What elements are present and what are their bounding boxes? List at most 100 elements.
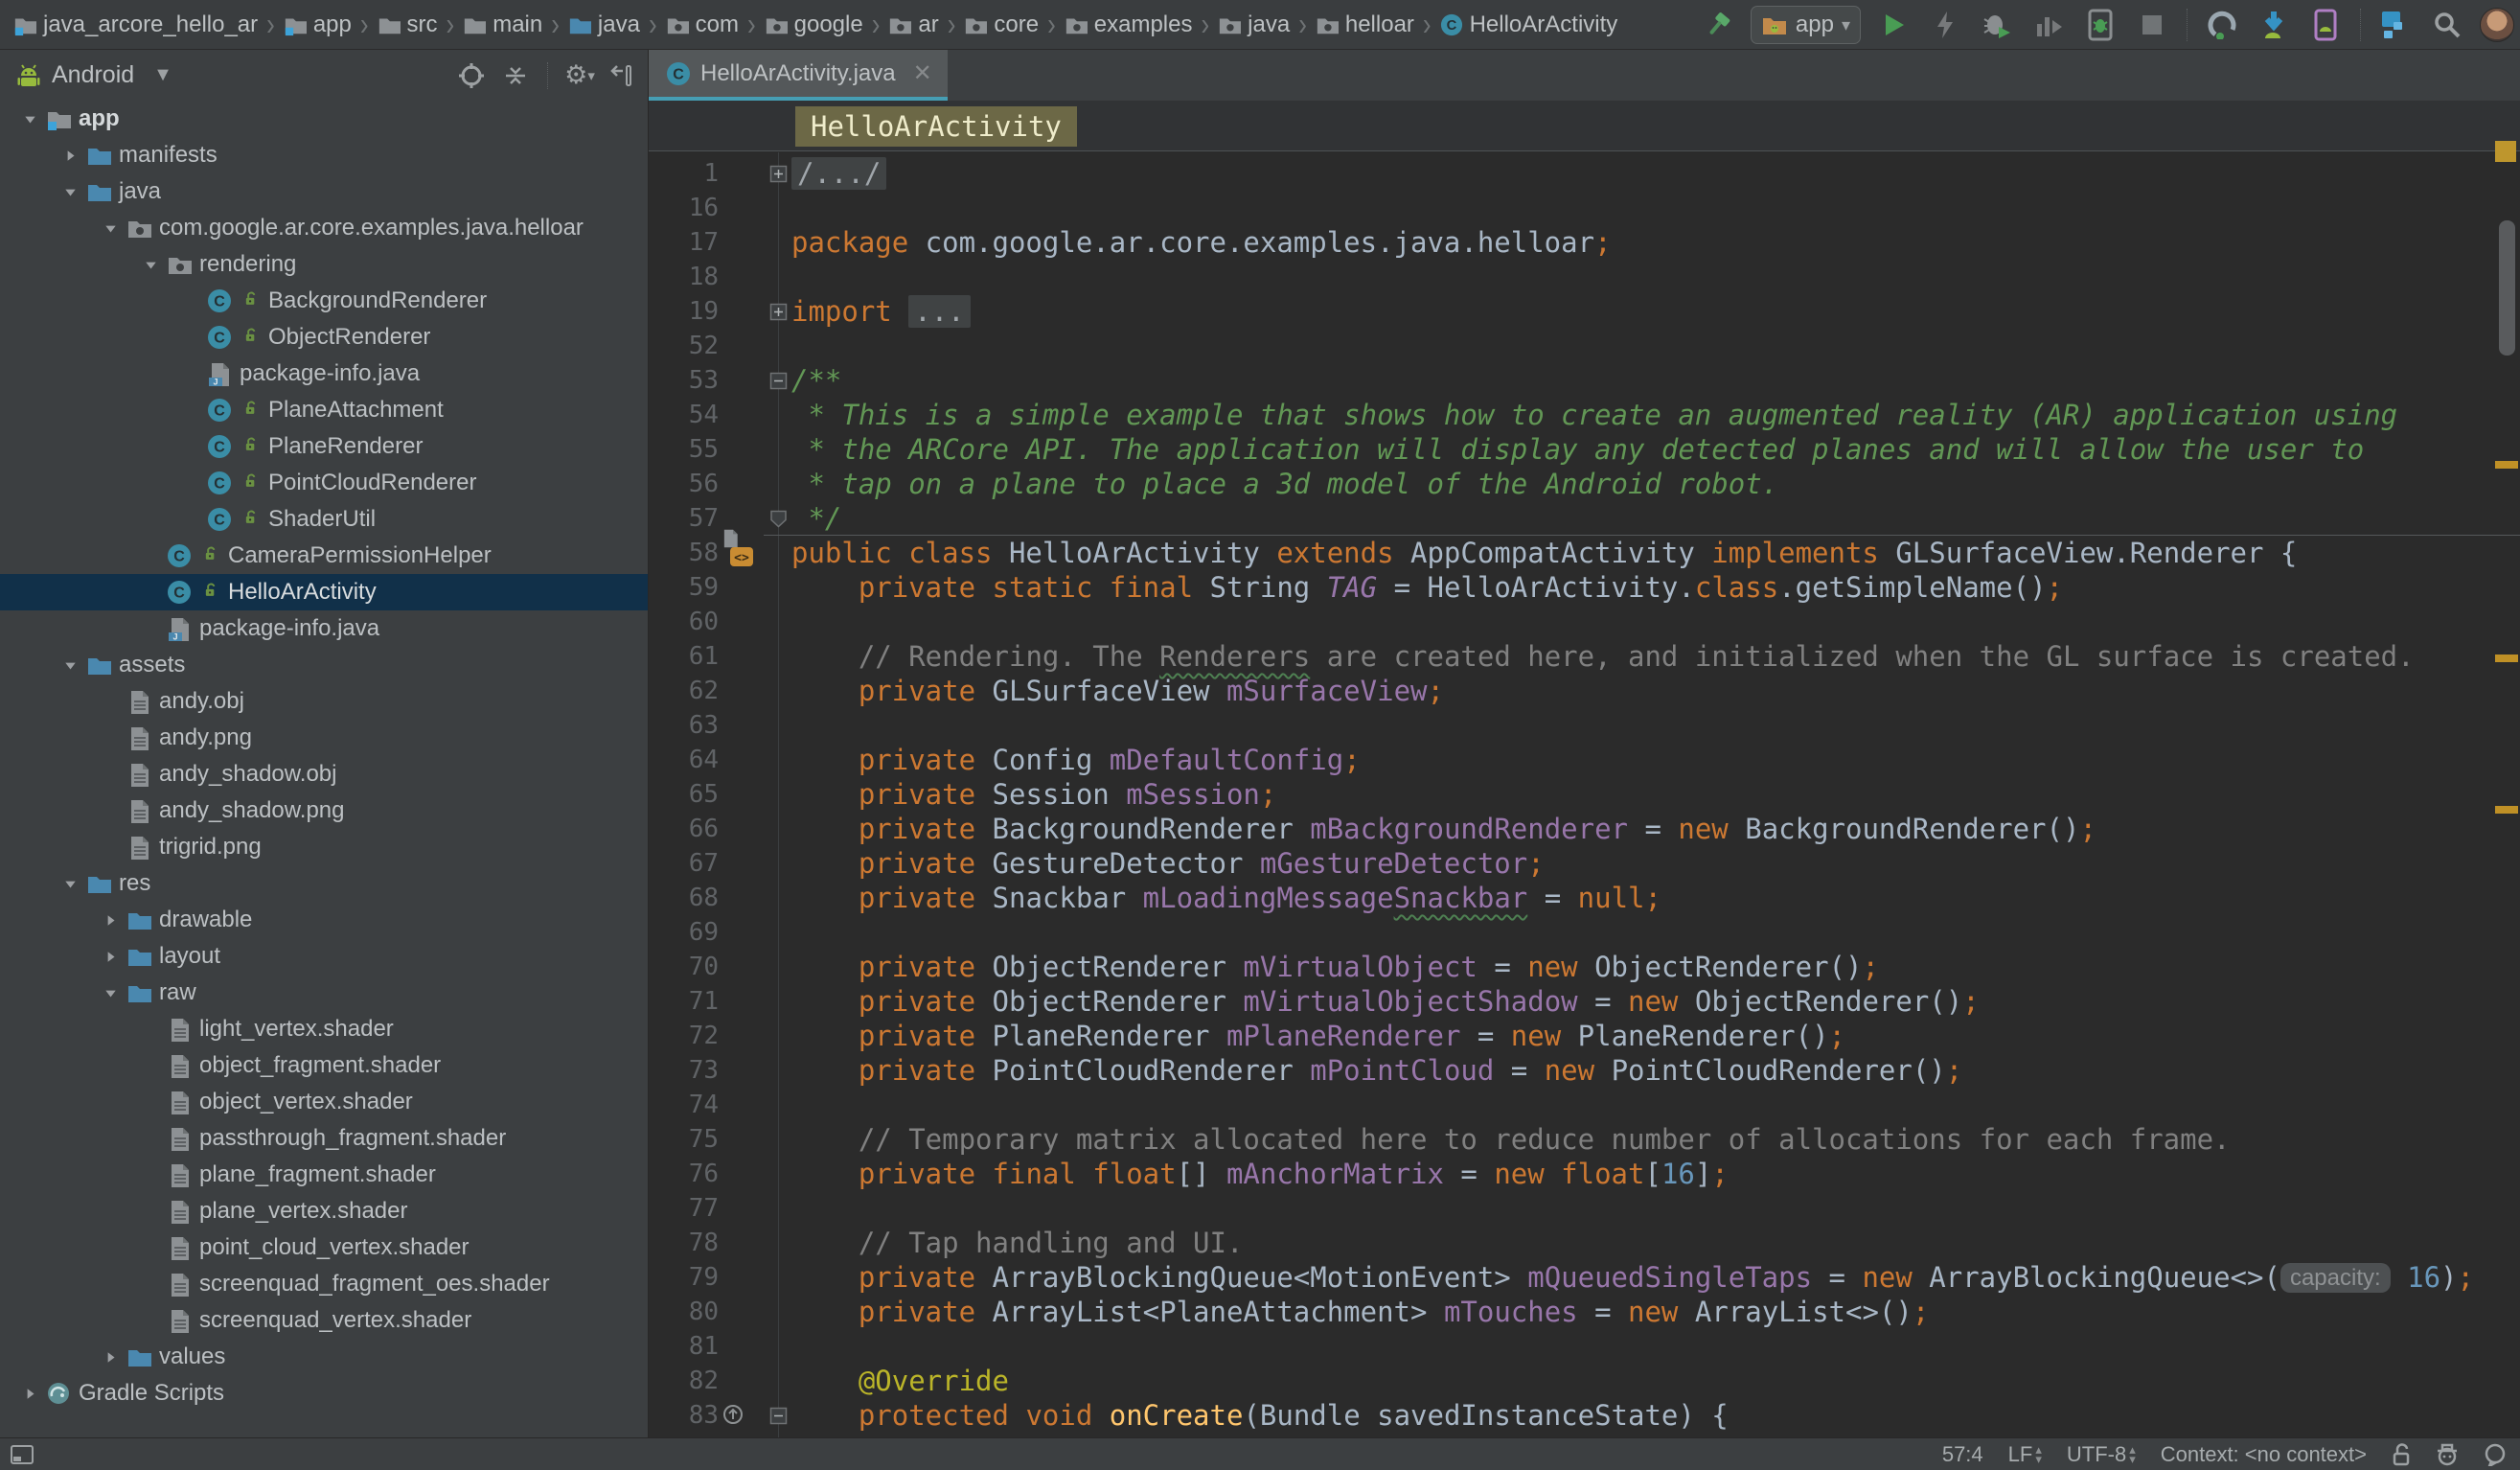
code-text[interactable]: private final float[] mAnchorMatrix = ne… <box>791 1157 2520 1191</box>
breadcrumb-item-ar[interactable]: ar <box>888 11 938 38</box>
code-line-78[interactable]: 78 // Tap handling and UI. <box>649 1226 2520 1260</box>
code-line-82[interactable]: 82 @Override <box>649 1364 2520 1398</box>
tree-item-andy-png[interactable]: andy.png <box>0 720 648 756</box>
code-line-17[interactable]: 17package com.google.ar.core.examples.ja… <box>649 225 2520 260</box>
tree-item-screenquad-fragment-oes-shader[interactable]: screenquad_fragment_oes.shader <box>0 1266 648 1302</box>
fold-marker-icon[interactable] <box>769 165 788 188</box>
code-line-56[interactable]: 56 * tap on a plane to place a 3d model … <box>649 467 2520 501</box>
tool-window-toggle-icon[interactable] <box>10 1444 34 1465</box>
tree-item-passthrough-fragment-shader[interactable]: passthrough_fragment.shader <box>0 1120 648 1157</box>
overriding-method-icon[interactable] <box>722 1404 744 1430</box>
tree-item-screenquad-vertex-shader[interactable]: screenquad_vertex.shader <box>0 1302 648 1339</box>
code-line-67[interactable]: 67 private GestureDetector mGestureDetec… <box>649 846 2520 881</box>
code-line-61[interactable]: 61 // Rendering. The Renderers are creat… <box>649 639 2520 674</box>
tree-item-assets[interactable]: assets <box>0 647 648 683</box>
code-text[interactable] <box>791 605 2520 639</box>
error-stripe[interactable] <box>2493 101 2520 1437</box>
code-text[interactable]: private BackgroundRenderer mBackgroundRe… <box>791 812 2520 846</box>
context-widget[interactable]: Context: <no context> <box>2161 1442 2367 1467</box>
code-line-53[interactable]: 53/** <box>649 363 2520 398</box>
code-editor[interactable]: 1/.../1617package com.google.ar.core.exa… <box>649 152 2520 1437</box>
fold-marker-icon[interactable] <box>769 1407 788 1430</box>
breadcrumb-item-java[interactable]: java <box>568 11 640 38</box>
tree-item-package-info-java[interactable]: Jpackage-info.java <box>0 356 648 392</box>
code-line-59[interactable]: 59 private static final String TAG = Hel… <box>649 570 2520 605</box>
code-line-79[interactable]: 79 private ArrayBlockingQueue<MotionEven… <box>649 1260 2520 1295</box>
tree-item-helloaractivity[interactable]: CHelloArActivity <box>0 574 648 610</box>
search-everywhere-icon[interactable] <box>2428 6 2466 44</box>
code-text[interactable] <box>791 1088 2520 1122</box>
code-text[interactable]: * tap on a plane to place a 3d model of … <box>791 467 2520 501</box>
code-line-65[interactable]: 65 private Session mSession; <box>649 777 2520 812</box>
attach-debugger-icon[interactable] <box>2081 6 2119 44</box>
code-text[interactable]: package com.google.ar.core.examples.java… <box>791 225 2520 260</box>
code-line-1[interactable]: 1/.../ <box>649 156 2520 191</box>
apply-changes-icon[interactable] <box>1926 6 1964 44</box>
code-line-58[interactable]: 58<>public class HelloArActivity extends… <box>649 536 2520 570</box>
breadcrumb-item-examples[interactable]: examples <box>1065 11 1193 38</box>
tree-item-light-vertex-shader[interactable]: light_vertex.shader <box>0 1011 648 1047</box>
breadcrumb-item-java[interactable]: java <box>1218 11 1290 38</box>
tree-item-andy-shadow-png[interactable]: andy_shadow.png <box>0 792 648 829</box>
code-line-60[interactable]: 60 <box>649 605 2520 639</box>
expand-arrow-icon[interactable] <box>96 986 125 1000</box>
settings-gear-icon[interactable]: ⚙▾ <box>565 61 594 90</box>
breadcrumb-item-helloar[interactable]: helloar <box>1316 11 1414 38</box>
code-text[interactable]: private static final String TAG = HelloA… <box>791 570 2520 605</box>
locate-file-icon[interactable] <box>457 61 486 90</box>
fold-marker-icon[interactable] <box>769 510 788 533</box>
code-text[interactable]: private ArrayList<PlaneAttachment> mTouc… <box>791 1295 2520 1329</box>
expand-arrow-icon[interactable] <box>15 1387 44 1401</box>
profiler-button[interactable] <box>2029 6 2068 44</box>
expand-arrow-icon[interactable] <box>56 877 84 891</box>
tree-item-raw[interactable]: raw <box>0 975 648 1011</box>
code-text[interactable] <box>791 1191 2520 1226</box>
code-text[interactable]: private PointCloudRenderer mPointCloud =… <box>791 1053 2520 1088</box>
code-line-19[interactable]: 19import ... <box>649 294 2520 329</box>
caret-position[interactable]: 57:4 <box>1942 1442 1983 1467</box>
code-line-80[interactable]: 80 private ArrayList<PlaneAttachment> mT… <box>649 1295 2520 1329</box>
profiler-gauge-icon[interactable] <box>2203 6 2241 44</box>
code-line-55[interactable]: 55 * the ARCore API. The application wil… <box>649 432 2520 467</box>
warning-stripe-mark[interactable] <box>2495 461 2518 469</box>
code-line-75[interactable]: 75 // Temporary matrix allocated here to… <box>649 1122 2520 1157</box>
tree-item-backgroundrenderer[interactable]: CBackgroundRenderer <box>0 283 648 319</box>
code-line-68[interactable]: 68 private Snackbar mLoadingMessageSnack… <box>649 881 2520 915</box>
code-line-16[interactable]: 16 <box>649 191 2520 225</box>
tree-item-planeattachment[interactable]: CPlaneAttachment <box>0 392 648 428</box>
code-text[interactable]: */ <box>791 501 2520 536</box>
breadcrumb-item-helloaractivity[interactable]: CHelloArActivity <box>1440 11 1618 38</box>
breadcrumb-item-core[interactable]: core <box>964 11 1039 38</box>
code-text[interactable]: // Tap handling and UI. <box>791 1226 2520 1260</box>
code-line-70[interactable]: 70 private ObjectRenderer mVirtualObject… <box>649 950 2520 984</box>
tree-item-shaderutil[interactable]: CShaderUtil <box>0 501 648 538</box>
code-text[interactable]: private PlaneRenderer mPlaneRenderer = n… <box>791 1019 2520 1053</box>
code-line-74[interactable]: 74 <box>649 1088 2520 1122</box>
warning-stripe-mark[interactable] <box>2495 655 2518 662</box>
code-text[interactable] <box>791 191 2520 225</box>
code-text[interactable]: private ObjectRenderer mVirtualObjectSha… <box>791 984 2520 1019</box>
line-ending-select[interactable]: LF▴▾ <box>2008 1442 2042 1467</box>
encoding-select[interactable]: UTF-8▴▾ <box>2067 1442 2136 1467</box>
code-line-54[interactable]: 54 * This is a simple example that shows… <box>649 398 2520 432</box>
code-text[interactable] <box>791 329 2520 363</box>
code-line-69[interactable]: 69 <box>649 915 2520 950</box>
project-view-select[interactable]: Android ▼ <box>15 61 172 89</box>
tree-item-rendering[interactable]: rendering <box>0 246 648 283</box>
tree-item-trigrid-png[interactable]: trigrid.png <box>0 829 648 865</box>
code-line-73[interactable]: 73 private PointCloudRenderer mPointClou… <box>649 1053 2520 1088</box>
code-text[interactable]: /** <box>791 363 2520 398</box>
tree-item-objectrenderer[interactable]: CObjectRenderer <box>0 319 648 356</box>
breadcrumb-item-main[interactable]: main <box>463 11 542 38</box>
code-text[interactable] <box>791 1329 2520 1364</box>
breadcrumb-item-app[interactable]: app <box>284 11 352 38</box>
code-line-52[interactable]: 52 <box>649 329 2520 363</box>
tree-item-andy-shadow-obj[interactable]: andy_shadow.obj <box>0 756 648 792</box>
breadcrumb-item-java_arcore_hello_ar[interactable]: java_arcore_hello_ar <box>13 11 258 38</box>
expand-arrow-icon[interactable] <box>56 658 84 673</box>
hide-panel-icon[interactable] <box>609 61 638 90</box>
user-avatar[interactable] <box>2480 8 2514 42</box>
collapse-all-icon[interactable] <box>501 61 530 90</box>
expand-arrow-icon[interactable] <box>136 258 165 272</box>
scrollbar-thumb[interactable] <box>2499 220 2515 356</box>
